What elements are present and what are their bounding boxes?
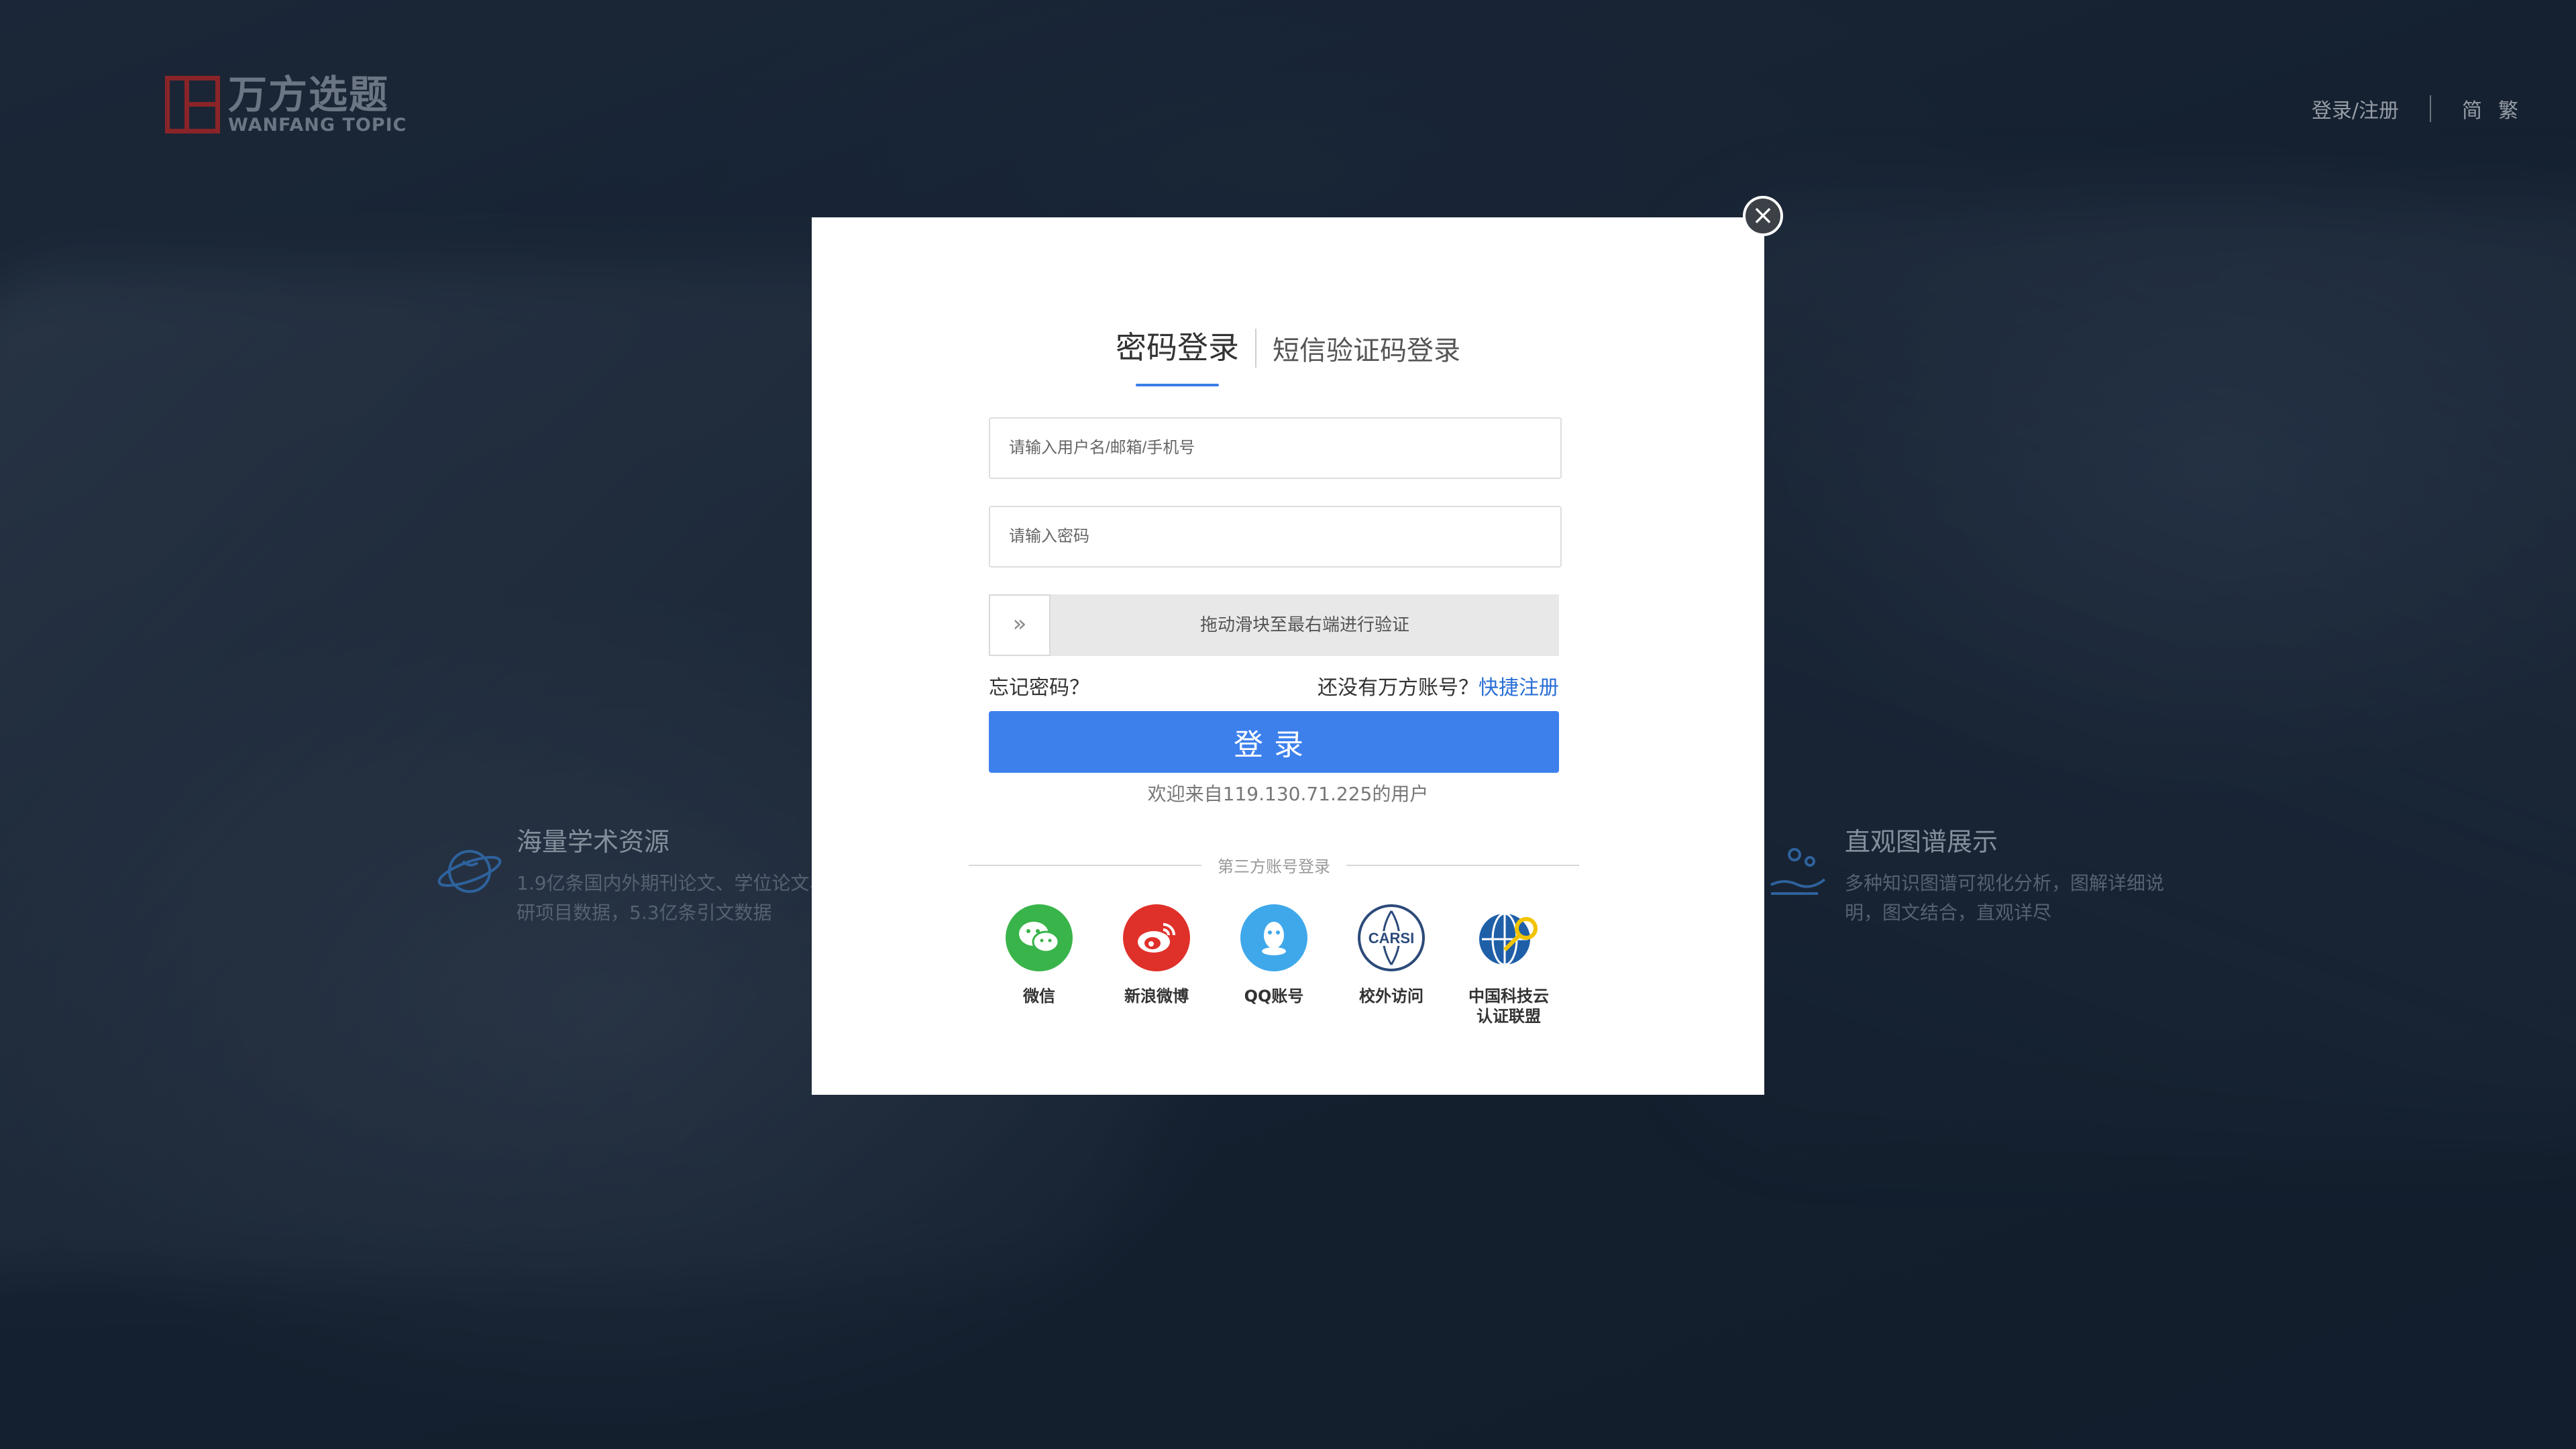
social-label: QQ账号 — [1244, 987, 1304, 1006]
welcome-text: 欢迎来自119.130.71.225的用户 — [1147, 783, 1429, 805]
qq-icon — [1240, 904, 1307, 971]
carsi-login-button[interactable]: CARSI 校外访问 — [1341, 904, 1442, 1026]
social-label: 微信 — [1023, 987, 1055, 1006]
weibo-login-button[interactable]: 新浪微博 — [1106, 904, 1207, 1026]
social-label-line2: 认证联盟 — [1477, 1007, 1541, 1026]
carsi-icon: CARSI — [1358, 904, 1425, 971]
login-modal: 密码登录 短信验证码登录 » 拖动滑块至最右端进行验证 忘记密码？ 还没有万方账… — [812, 217, 1764, 1095]
tab-sms-login[interactable]: 短信验证码登录 — [1273, 329, 1460, 377]
password-input[interactable] — [989, 506, 1562, 568]
weibo-icon — [1123, 904, 1190, 971]
tab-divider — [1255, 329, 1256, 368]
close-icon[interactable]: × — [1743, 196, 1783, 236]
social-label: 中国科技云 认证联盟 — [1468, 986, 1549, 1026]
cstcloud-icon — [1475, 904, 1542, 971]
third-party-label: 第三方账号登录 — [1218, 857, 1330, 876]
divider — [969, 864, 1201, 866]
slider-handle[interactable]: » — [989, 594, 1051, 656]
social-label: 新浪微博 — [1124, 987, 1189, 1006]
divider — [1346, 864, 1579, 866]
social-label-line1: 中国科技云 — [1468, 987, 1549, 1006]
svg-text:CARSI: CARSI — [1368, 930, 1414, 947]
qq-login-button[interactable]: QQ账号 — [1224, 904, 1324, 1026]
slider-text: 拖动滑块至最右端进行验证 — [1199, 615, 1409, 635]
quick-register-link[interactable]: 快捷注册 — [1479, 676, 1559, 700]
register-prompt: 还没有万方账号？快捷注册 — [1318, 671, 1559, 700]
third-party-title: 第三方账号登录 — [969, 853, 1579, 877]
tab-password-login[interactable]: 密码登录 — [1116, 323, 1239, 386]
links-row: 忘记密码？ 还没有万方账号？快捷注册 — [989, 671, 1559, 700]
no-account-text: 还没有万方账号？ — [1318, 676, 1479, 700]
login-tabs: 密码登录 短信验证码登录 — [812, 323, 1764, 386]
wechat-icon — [1006, 904, 1073, 971]
forgot-password-link[interactable]: 忘记密码？ — [989, 671, 1089, 700]
wechat-login-button[interactable]: 微信 — [989, 904, 1089, 1026]
social-login-list: 微信 新浪微博 QQ账号 CARSI 校外访问 中国科技云 认证联盟 — [989, 904, 1559, 1026]
slider-captcha[interactable]: » 拖动滑块至最右端进行验证 — [989, 594, 1559, 656]
cstcloud-login-button[interactable]: 中国科技云 认证联盟 — [1458, 904, 1559, 1026]
login-button[interactable]: 登录 — [989, 711, 1559, 773]
social-label: 校外访问 — [1359, 987, 1424, 1006]
username-input[interactable] — [989, 417, 1562, 479]
